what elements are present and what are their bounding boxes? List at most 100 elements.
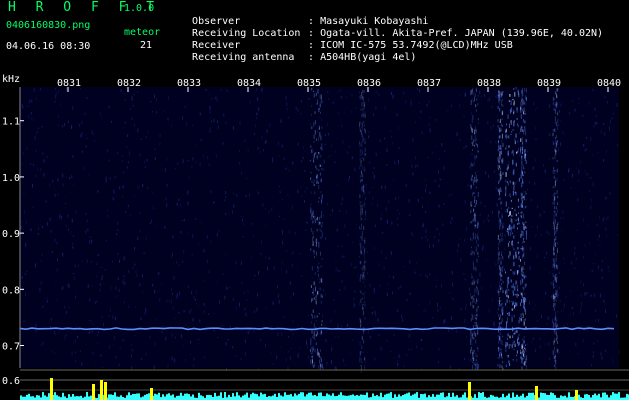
noise-speck: [414, 271, 416, 274]
noise-speck: [142, 184, 144, 188]
burst-speck: [363, 275, 365, 279]
noise-speck: [164, 226, 166, 229]
burst-speck: [512, 153, 514, 156]
burst-speck: [500, 123, 502, 127]
noise-speck: [331, 154, 333, 157]
burst-speck: [316, 179, 318, 183]
level-bar: [348, 395, 350, 400]
noise-speck: [265, 255, 267, 260]
noise-speck: [301, 195, 303, 198]
noise-speck: [616, 103, 618, 107]
level-bar: [158, 392, 160, 400]
noise-speck: [225, 342, 227, 346]
noise-speck: [244, 307, 246, 311]
burst-speck: [515, 330, 517, 333]
burst-speck: [498, 173, 500, 176]
noise-speck: [261, 136, 263, 139]
noise-speck: [41, 254, 43, 256]
burst-speck: [359, 261, 361, 264]
noise-speck: [586, 173, 588, 176]
burst-speck: [362, 109, 364, 113]
noise-speck: [492, 124, 494, 128]
noise-speck: [359, 290, 361, 294]
noise-speck: [376, 90, 378, 94]
burst-speck: [471, 250, 473, 256]
level-bar: [614, 393, 616, 400]
burst-speck: [470, 338, 472, 342]
noise-speck: [488, 97, 490, 101]
burst-speck: [521, 126, 523, 129]
noise-speck: [463, 114, 465, 118]
burst-speck: [515, 191, 517, 196]
burst-speck: [499, 238, 501, 243]
noise-speck: [584, 169, 586, 174]
noise-speck: [397, 359, 399, 362]
noise-speck: [151, 191, 153, 194]
noise-speck: [117, 152, 119, 154]
noise-speck: [159, 133, 161, 137]
x-tick-label: 0832: [117, 78, 141, 89]
burst-speck: [359, 154, 361, 156]
noise-speck: [605, 227, 607, 231]
burst-speck: [555, 90, 557, 92]
noise-speck: [392, 94, 394, 99]
burst-speck: [521, 215, 522, 218]
burst-speck: [555, 311, 557, 315]
level-bar: [398, 394, 400, 400]
noise-speck: [38, 227, 39, 230]
noise-speck: [94, 301, 96, 304]
burst-speck: [316, 168, 318, 170]
burst-speck: [361, 222, 363, 227]
noise-speck: [204, 355, 206, 359]
burst-speck: [505, 290, 507, 295]
noise-speck: [585, 148, 587, 151]
noise-speck: [117, 221, 119, 225]
noise-speck: [211, 120, 213, 123]
noise-speck: [87, 284, 89, 289]
noise-speck: [581, 302, 583, 306]
noise-speck: [467, 184, 469, 188]
burst-speck: [520, 174, 522, 179]
burst-speck: [363, 317, 365, 319]
noise-speck: [477, 299, 479, 302]
burst-speck: [475, 333, 477, 337]
burst-speck: [505, 364, 507, 368]
level-bar: [300, 392, 302, 400]
burst-speck: [557, 126, 559, 131]
burst-speck: [361, 141, 363, 143]
burst-speck: [476, 308, 478, 311]
noise-speck: [595, 319, 597, 322]
noise-speck: [233, 192, 234, 195]
burst-speck: [472, 365, 474, 370]
noise-speck: [71, 125, 73, 129]
noise-speck: [577, 198, 579, 202]
noise-speck: [294, 232, 296, 235]
burst-speck: [521, 210, 523, 214]
noise-speck: [205, 89, 207, 91]
noise-speck: [588, 242, 590, 244]
noise-speck: [21, 275, 23, 279]
noise-speck: [167, 185, 169, 189]
noise-speck: [140, 317, 142, 320]
noise-speck: [123, 256, 125, 261]
noise-speck: [326, 361, 328, 365]
noise-speck: [156, 224, 158, 226]
noise-speck: [180, 334, 182, 338]
noise-speck: [597, 340, 599, 342]
noise-speck: [459, 139, 461, 142]
noise-speck: [444, 150, 446, 153]
burst-speck: [507, 313, 508, 315]
noise-speck: [168, 300, 170, 302]
noise-speck: [159, 142, 161, 146]
noise-speck: [475, 140, 477, 145]
burst-speck: [311, 355, 313, 358]
burst-speck: [320, 301, 322, 304]
noise-speck: [190, 308, 192, 312]
burst-speck: [509, 193, 511, 196]
burst-speck: [364, 240, 366, 242]
noise-speck: [426, 202, 428, 204]
noise-speck: [560, 310, 562, 313]
noise-speck: [331, 208, 333, 212]
noise-speck: [91, 239, 93, 242]
x-tick-label: 0833: [177, 78, 201, 89]
